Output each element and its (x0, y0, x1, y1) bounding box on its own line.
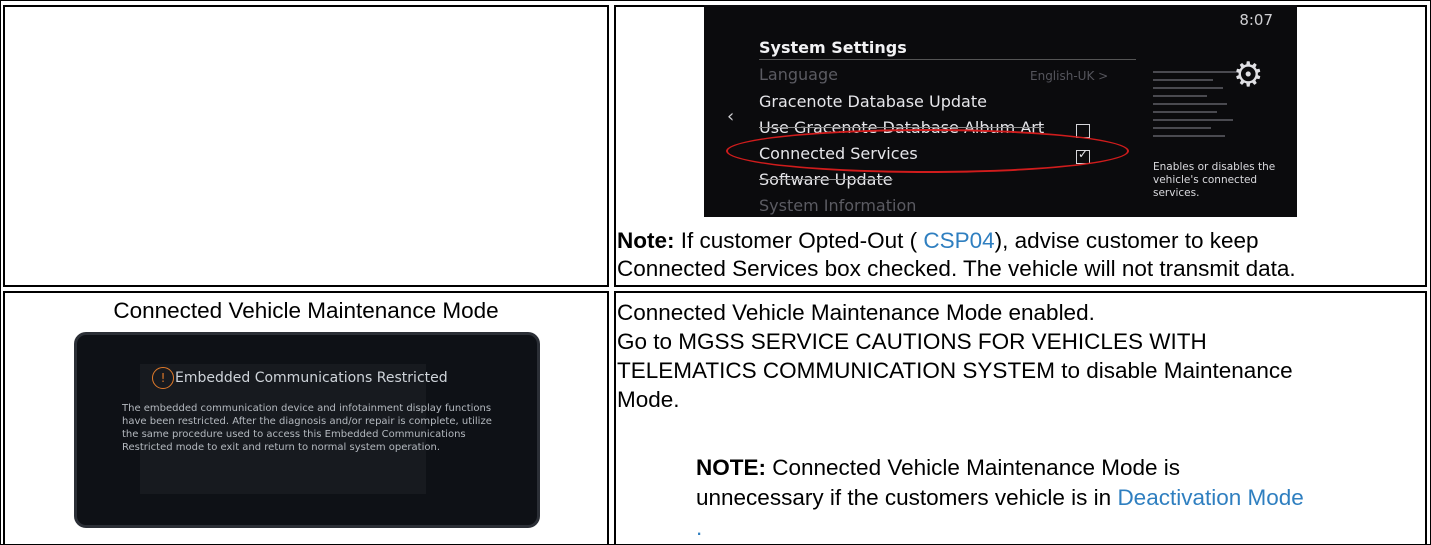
maintenance-mode-title: Connected Vehicle Maintenance Mode (113, 298, 499, 323)
maintenance-note-text: Connected Vehicle Maintenance Mode is (766, 455, 1181, 480)
deactivation-mode-link[interactable]: Deactivation Mode (1117, 485, 1303, 510)
highlight-ellipse (726, 129, 1129, 173)
photo-title: Embedded Communications Restricted (175, 370, 448, 386)
maintenance-line-2: Go to MGSS SERVICE CAUTIONS FOR VEHICLES… (617, 329, 1207, 354)
photo-body: The embedded communication device and in… (122, 403, 492, 453)
note-label: Note: (617, 228, 675, 253)
csp04-link[interactable]: CSP04 (923, 228, 994, 253)
maintenance-line-3: TELEMATICS COMMUNICATION SYSTEM to disab… (617, 358, 1293, 383)
setting-description: Enables or disables the vehicle's connec… (1153, 161, 1276, 199)
note-text-end: ), advise customer to keep (994, 228, 1259, 253)
maintenance-note-label: NOTE: (696, 455, 766, 480)
gear-icon: ⚙ (1233, 55, 1264, 95)
maintenance-note-text-2: unnecessary if the customers vehicle is … (696, 485, 1118, 510)
settings-item-system-information: System Information (759, 196, 917, 215)
maintenance-line-1: Connected Vehicle Maintenance Mode enabl… (617, 300, 1095, 325)
note-line-2: Connected Services box checked. The vehi… (617, 256, 1296, 281)
chevron-left-icon: ‹ (727, 106, 735, 127)
language-value: English-UK > (1030, 69, 1109, 83)
embedded-communications-photo: ! Embedded Communications Restricted The… (74, 332, 540, 528)
link-period: . (696, 515, 703, 540)
table-cell-empty (3, 5, 609, 287)
settings-item-language: Language (759, 65, 838, 84)
warning-icon: ! (152, 367, 174, 389)
clock: 8:07 (1239, 11, 1273, 29)
settings-header: System Settings (759, 38, 907, 57)
note-line-1: Note: If customer Opted-Out ( CSP04), ad… (617, 227, 1259, 255)
note-text: If customer Opted-Out ( (674, 228, 924, 253)
maintenance-note-line-1: NOTE: Connected Vehicle Maintenance Mode… (696, 454, 1180, 482)
settings-item-software-update: Software Update (759, 170, 893, 189)
maintenance-line-4: Mode. (617, 387, 680, 412)
divider (759, 59, 1136, 60)
maintenance-note-line-2: unnecessary if the customers vehicle is … (696, 484, 1304, 512)
settings-item-gracenote-update: Gracenote Database Update (759, 92, 987, 111)
system-settings-screenshot: 8:07 System Settings ‹ Language English-… (704, 5, 1297, 217)
